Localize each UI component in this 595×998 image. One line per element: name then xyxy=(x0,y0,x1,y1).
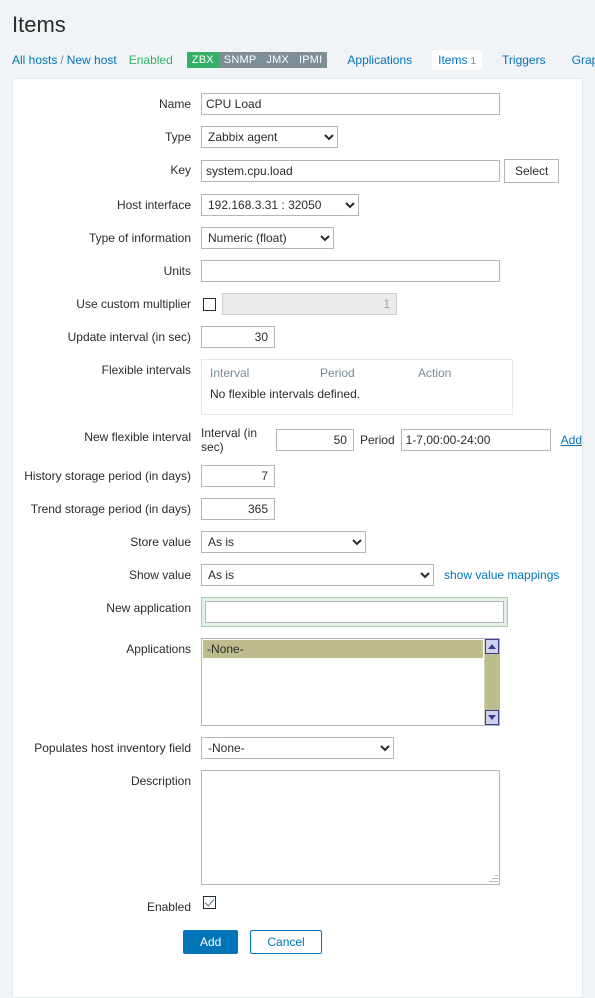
trend-storage-label: Trend storage period (in days) xyxy=(30,502,191,516)
units-input[interactable] xyxy=(201,260,500,282)
description-textarea[interactable] xyxy=(201,770,500,885)
tab-items-label: Items xyxy=(438,53,468,67)
row-host-inventory-field: Populates host inventory field -None- xyxy=(13,737,582,759)
row-name: Name xyxy=(13,93,582,115)
row-store-value: Store value As is xyxy=(13,531,582,553)
new-flexible-interval-label: New flexible interval xyxy=(84,430,191,444)
update-interval-input[interactable] xyxy=(201,326,275,348)
host-interface-select[interactable]: 192.168.3.31 : 32050 xyxy=(201,194,359,216)
row-new-flexible-interval: New flexible interval Interval (in sec) … xyxy=(13,426,582,454)
badge-ipmi[interactable]: IPMI xyxy=(293,52,328,68)
description-label: Description xyxy=(130,774,191,788)
units-label: Units xyxy=(163,264,191,278)
update-interval-label: Update interval (in sec) xyxy=(67,330,191,344)
custom-multiplier-label: Use custom multiplier xyxy=(76,297,191,311)
tab-items[interactable]: Items 1 xyxy=(432,50,483,70)
column-header-period: Period xyxy=(320,366,355,380)
type-select[interactable]: Zabbix agent xyxy=(201,126,338,148)
store-value-label: Store value xyxy=(130,535,191,549)
row-custom-multiplier: Use custom multiplier xyxy=(13,293,582,315)
tab-triggers[interactable]: Triggers xyxy=(496,50,552,70)
row-units: Units xyxy=(13,260,582,282)
custom-multiplier-input xyxy=(222,293,397,315)
breadcrumb-all-hosts[interactable]: All hosts xyxy=(12,53,57,67)
scroll-down-icon[interactable] xyxy=(485,710,499,725)
show-value-label: Show value xyxy=(128,568,191,582)
page-title: Items xyxy=(12,12,66,37)
badge-snmp[interactable]: SNMP xyxy=(218,52,262,68)
type-of-information-label: Type of information xyxy=(88,231,191,245)
applications-scrollbar[interactable] xyxy=(484,639,499,725)
name-input[interactable] xyxy=(201,93,500,115)
add-flexible-interval-link[interactable]: Add xyxy=(561,433,582,447)
row-type-of-information: Type of information Numeric (float) xyxy=(13,227,582,249)
applications-label: Applications xyxy=(126,642,191,656)
flexible-intervals-label: Flexible intervals xyxy=(101,363,191,377)
tab-applications[interactable]: Applications xyxy=(341,50,418,70)
row-description: Description xyxy=(13,770,582,885)
badge-zbx[interactable]: ZBX xyxy=(186,52,219,68)
row-key: Key Select xyxy=(13,159,582,183)
type-label: Type xyxy=(164,130,191,144)
new-interval-sublabel: Interval (in sec) xyxy=(201,426,258,454)
new-application-input[interactable] xyxy=(205,601,504,623)
breadcrumb-separator: / xyxy=(60,53,64,67)
new-interval-input[interactable] xyxy=(275,429,354,451)
key-label: Key xyxy=(170,163,191,177)
row-show-value: Show value As is show value mappings xyxy=(13,564,582,586)
enabled-checkbox[interactable] xyxy=(203,896,216,909)
row-update-interval: Update interval (in sec) xyxy=(13,326,582,348)
row-history-storage: History storage period (in days) xyxy=(13,465,582,487)
history-storage-label: History storage period (in days) xyxy=(24,469,191,483)
host-inventory-field-select[interactable]: -None- xyxy=(201,737,394,759)
scroll-up-icon[interactable] xyxy=(485,639,499,654)
tab-graphs[interactable]: Graphs xyxy=(566,50,595,70)
interface-badges: ZBX SNMP JMX IPMI xyxy=(186,52,328,68)
key-select-button[interactable]: Select xyxy=(504,159,560,183)
breadcrumb: All hosts / New host Enabled ZBX SNMP JM… xyxy=(0,44,595,70)
new-application-label: New application xyxy=(106,601,191,615)
tab-items-count: 1 xyxy=(470,56,477,67)
row-flexible-intervals: Flexible intervals Interval Period Actio… xyxy=(13,359,582,415)
cancel-button[interactable]: Cancel xyxy=(250,930,322,954)
applications-listbox[interactable]: -None- xyxy=(201,638,500,726)
form-actions: Add Cancel xyxy=(13,930,582,954)
host-inventory-field-label: Populates host inventory field xyxy=(34,741,191,755)
column-header-interval: Interval xyxy=(210,366,250,380)
name-label: Name xyxy=(158,97,191,111)
show-value-select[interactable]: As is xyxy=(201,564,434,586)
flexible-intervals-table: Interval Period Action No flexible inter… xyxy=(201,359,513,415)
history-storage-input[interactable] xyxy=(201,465,275,487)
row-type: Type Zabbix agent xyxy=(13,126,582,148)
store-value-select[interactable]: As is xyxy=(201,531,366,553)
row-enabled: Enabled xyxy=(13,896,582,914)
column-header-action: Action xyxy=(418,366,452,380)
applications-option-none[interactable]: -None- xyxy=(203,640,483,658)
badge-jmx[interactable]: JMX xyxy=(261,52,294,68)
add-button[interactable]: Add xyxy=(183,930,239,954)
new-period-sublabel: Period xyxy=(359,433,395,447)
show-value-mappings-link[interactable]: show value mappings xyxy=(444,568,559,582)
flexible-intervals-header: Interval Period Action xyxy=(210,366,504,380)
host-interface-label: Host interface xyxy=(116,198,191,212)
row-trend-storage: Trend storage period (in days) xyxy=(13,498,582,520)
enabled-label: Enabled xyxy=(146,900,191,914)
page-header: Items xyxy=(0,0,595,44)
key-input[interactable] xyxy=(201,160,500,182)
custom-multiplier-checkbox[interactable] xyxy=(203,297,216,311)
host-status-label: Enabled xyxy=(128,53,173,67)
breadcrumb-host-name[interactable]: New host xyxy=(67,53,117,67)
row-applications: Applications -None- xyxy=(13,638,582,726)
flexible-intervals-empty-message: No flexible intervals defined. xyxy=(210,387,361,401)
trend-storage-input[interactable] xyxy=(201,498,275,520)
item-form-panel: Name Type Zabbix agent Key Select Host i… xyxy=(12,78,583,998)
row-host-interface: Host interface 192.168.3.31 : 32050 xyxy=(13,194,582,216)
new-application-focus-ring xyxy=(201,597,508,627)
row-new-application: New application xyxy=(13,597,582,627)
description-wrapper xyxy=(201,770,500,885)
new-period-input[interactable] xyxy=(400,429,551,451)
type-of-information-select[interactable]: Numeric (float) xyxy=(201,227,334,249)
